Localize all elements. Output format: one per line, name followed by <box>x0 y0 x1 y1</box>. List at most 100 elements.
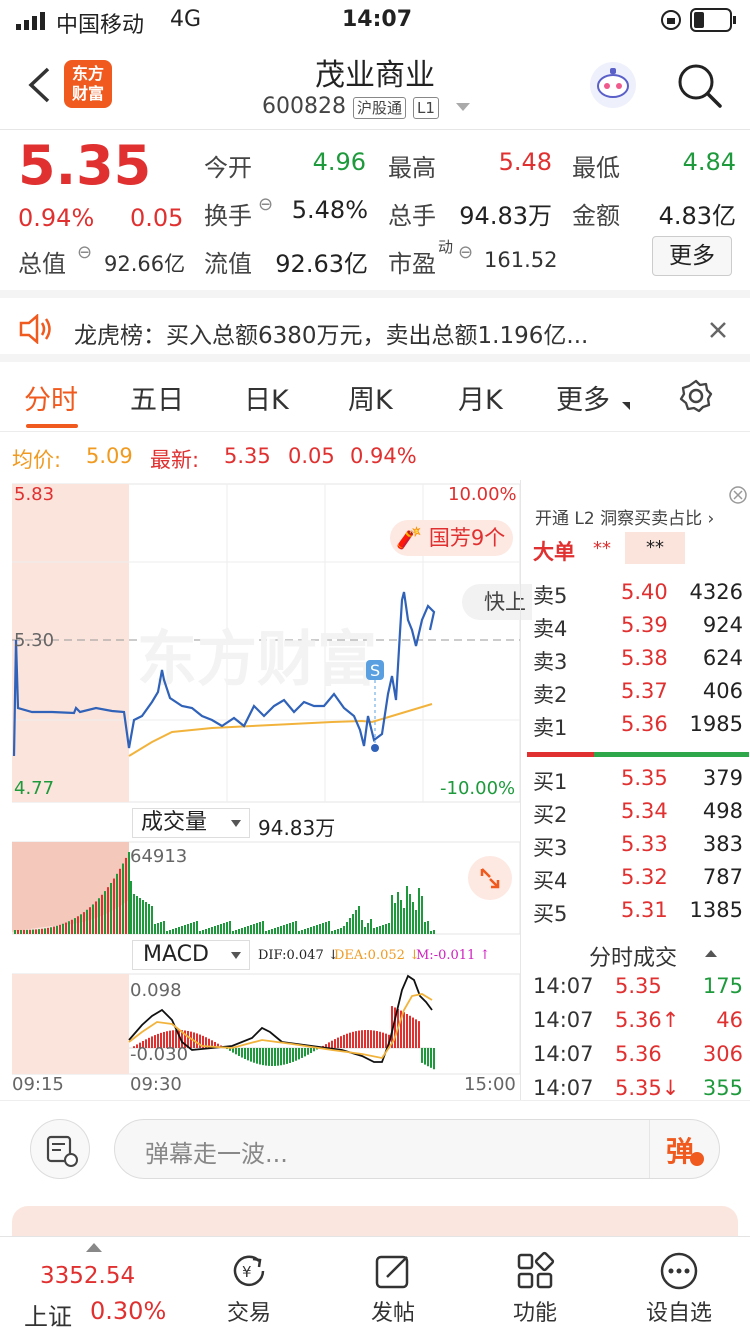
indicator-selector[interactable]: MACD <box>132 940 250 970</box>
volume-bar <box>262 921 264 934</box>
tick-row: 14:07 5.36 306 <box>521 1042 750 1075</box>
float-cap-label: 流值 <box>204 250 252 278</box>
volume-bar <box>163 921 165 934</box>
volume-bar <box>139 898 141 934</box>
tick-time: 14:07 <box>533 974 594 998</box>
volume-selector[interactable]: 成交量 <box>132 808 250 838</box>
stock-code: 600828 <box>262 94 346 119</box>
volume-bar <box>382 925 384 934</box>
battery-icon <box>690 8 738 38</box>
volume-bar <box>337 929 339 934</box>
index-ticker[interactable]: 3352.54 上证 0.30% <box>20 1237 180 1334</box>
danmu-input[interactable]: 弹幕走一波... 弹 <box>114 1119 720 1179</box>
volume-bar <box>107 887 109 934</box>
volume-bar <box>199 931 201 934</box>
settings-gear-icon[interactable] <box>678 378 714 418</box>
stock-code-row[interactable]: 600828 沪股通 L1 <box>262 94 470 119</box>
tab-monthly-k[interactable]: 月K <box>458 378 503 417</box>
tick-price: 5.36↑ <box>615 1008 680 1032</box>
volume-bar <box>301 930 303 934</box>
y-axis-min: 4.77 <box>14 778 55 799</box>
volume-bar <box>223 923 225 934</box>
tab-more-arrow-icon <box>622 402 630 410</box>
search-icon[interactable] <box>676 62 724 114</box>
ask-row[interactable]: 卖2 5.37 406 <box>521 679 750 712</box>
volume-bar <box>250 925 252 934</box>
tab-post[interactable]: 发帖 <box>338 1237 448 1334</box>
ticks-title[interactable]: 分时成交 <box>589 940 677 972</box>
volume-bar <box>232 931 234 934</box>
macd-bar <box>283 1048 285 1065</box>
bid-row[interactable]: 买1 5.35 379 <box>521 766 750 799</box>
robot-avatar-icon[interactable] <box>588 60 638 114</box>
ask-row[interactable]: 卖1 5.36 1985 <box>521 712 750 745</box>
volume-bar <box>364 927 366 934</box>
bid-row[interactable]: 买5 5.31 1385 <box>521 898 750 931</box>
topic-badge[interactable]: 🧨 国芳9个 <box>390 520 514 556</box>
info-icon[interactable]: ⊖ <box>458 242 473 263</box>
orientation-lock-icon <box>660 9 682 37</box>
macd-bar <box>277 1048 279 1066</box>
volume-bar <box>226 922 228 934</box>
volume-bar <box>298 931 300 934</box>
bid-row[interactable]: 买3 5.33 383 <box>521 832 750 865</box>
volume-bar <box>184 925 186 934</box>
l2-upsell-link[interactable]: 开通 L2 洞察买卖占比 › <box>535 504 714 529</box>
expand-chart-icon[interactable] <box>468 856 512 900</box>
collapse-arrow-icon[interactable] <box>705 950 717 957</box>
macd-bar <box>313 1048 315 1052</box>
volume-bar <box>130 881 132 934</box>
low-value: 4.84 <box>682 148 736 176</box>
info-icon[interactable]: ⊖ <box>77 242 92 263</box>
volume-bar <box>214 926 216 934</box>
ask-row[interactable]: 卖3 5.38 624 <box>521 646 750 679</box>
sell-marker: S <box>370 661 380 680</box>
y-axis-max: 5.83 <box>14 484 55 505</box>
tab-trade[interactable]: ¥ 交易 <box>194 1237 304 1334</box>
ask-row[interactable]: 卖5 5.40 4326 <box>521 580 750 613</box>
volume-bar <box>151 906 153 934</box>
bid-volume: 379 <box>702 766 743 790</box>
more-button[interactable]: 更多 <box>652 236 732 276</box>
close-icon[interactable] <box>729 486 747 508</box>
volume-bar <box>119 868 121 934</box>
volume-bar <box>349 918 351 934</box>
danmu-toggle-button[interactable]: 弹 <box>649 1120 721 1178</box>
volume-bar <box>26 929 28 934</box>
macd-bar <box>334 1039 336 1048</box>
macd-bar <box>364 1030 366 1048</box>
avg-value: 5.09 <box>86 444 133 468</box>
bid-row[interactable]: 买4 5.32 787 <box>521 865 750 898</box>
hk-connect-tag: 沪股通 <box>352 97 406 119</box>
volume-bar <box>430 931 432 934</box>
volume-bar <box>62 923 64 934</box>
tab-more[interactable]: 更多 <box>556 378 610 417</box>
tab-five-day[interactable]: 五日 <box>130 378 184 417</box>
check-badge-icon <box>690 1152 704 1166</box>
volume-bar <box>322 923 324 934</box>
dragon-tiger-notice[interactable]: 龙虎榜：买入总额6380万元，卖出总额1.196亿... <box>0 290 750 362</box>
promo-banner[interactable] <box>12 1206 738 1236</box>
tab-daily-k[interactable]: 日K <box>244 378 289 417</box>
volume-bar <box>304 929 306 934</box>
tab-intraday[interactable]: 分时 <box>24 378 78 417</box>
ask-row[interactable]: 卖4 5.39 924 <box>521 613 750 646</box>
tab-weekly-k[interactable]: 周K <box>348 378 393 417</box>
tab-functions[interactable]: 功能 <box>480 1237 590 1334</box>
bid-ask-ratio-bar <box>527 752 749 757</box>
bid-row[interactable]: 买2 5.34 498 <box>521 799 750 832</box>
close-icon[interactable] <box>708 320 728 344</box>
volume-bar <box>190 923 192 934</box>
volume-bar <box>310 927 312 934</box>
macd-bar <box>382 1032 384 1048</box>
macd-bar <box>265 1048 267 1066</box>
bid-ask-ratio-fill <box>527 752 594 757</box>
volume-bar <box>29 929 31 934</box>
tab-add-watchlist[interactable]: 设自选 <box>624 1237 734 1334</box>
info-icon[interactable]: ⊖ <box>258 194 273 215</box>
ask-price: 5.39 <box>621 613 668 637</box>
bid-level: 买4 <box>533 869 568 893</box>
intraday-chart[interactable]: 东方财富 S 5.83 5.30 4.77 10.00% -10.00% 🧨 国… <box>11 480 532 1100</box>
volume-bar <box>74 918 76 934</box>
note-settings-icon[interactable] <box>30 1119 90 1179</box>
